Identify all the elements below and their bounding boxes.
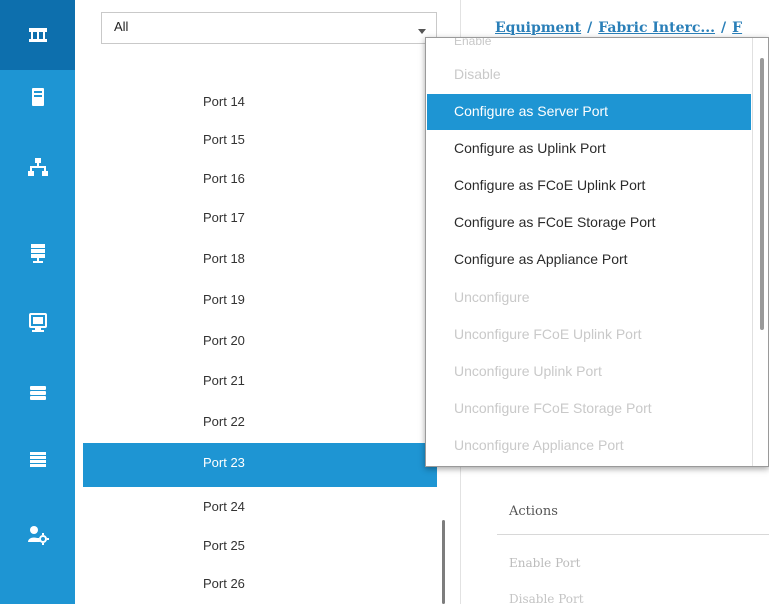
menu-item-label: Unconfigure bbox=[454, 289, 530, 305]
menu-item-label: Unconfigure Appliance Port bbox=[454, 437, 624, 453]
menu-item-label: Configure as Appliance Port bbox=[454, 251, 628, 267]
nav-san[interactable] bbox=[0, 218, 75, 288]
menu-item-unconfigure-fcoe-storage-port[interactable]: Unconfigure FCoE Storage Port bbox=[427, 391, 751, 427]
port-label: Port 17 bbox=[203, 210, 245, 225]
menu-scrollbar[interactable] bbox=[760, 58, 764, 330]
breadcrumb-separator: / bbox=[587, 20, 593, 36]
menu-item-label: Configure as FCoE Uplink Port bbox=[454, 177, 646, 193]
chevron-down-icon[interactable] bbox=[418, 29, 426, 34]
port-row[interactable]: Port 24 bbox=[83, 489, 437, 527]
navigation-rail bbox=[0, 0, 75, 604]
port-row[interactable]: Port 15 bbox=[83, 122, 437, 160]
port-row[interactable]: Port 26 bbox=[83, 566, 437, 604]
breadcrumb: Equipment / Fabric Interc... / F bbox=[495, 20, 742, 36]
port-row[interactable]: Port 21 bbox=[83, 363, 437, 401]
port-tree-panel: All Port 14 Port 15 Port 16 Port 17 Port… bbox=[75, 0, 461, 604]
port-row[interactable]: Port 22 bbox=[83, 404, 437, 442]
menu-item-unconfigure-uplink-port[interactable]: Unconfigure Uplink Port bbox=[427, 354, 751, 390]
port-label: Port 23 bbox=[203, 455, 245, 470]
disable-port-link[interactable]: Disable Port bbox=[509, 592, 584, 604]
port-label: Port 14 bbox=[203, 94, 245, 109]
port-row[interactable]: Port 20 bbox=[83, 323, 437, 361]
menu-item-label: Unconfigure FCoE Uplink Port bbox=[454, 326, 642, 342]
menu-item-label: Configure as Server Port bbox=[454, 103, 609, 119]
divider bbox=[497, 534, 769, 535]
context-menu: Enable Disable Configure as Server Port … bbox=[425, 37, 769, 467]
menu-item-configure-fcoe-uplink-port[interactable]: Configure as FCoE Uplink Port bbox=[427, 168, 751, 204]
menu-item-label: Configure as FCoE Storage Port bbox=[454, 214, 656, 230]
filter-value: All bbox=[114, 19, 129, 34]
nav-chassis[interactable] bbox=[0, 425, 75, 495]
menu-item-unconfigure[interactable]: Unconfigure bbox=[427, 280, 751, 316]
menu-item-label: Disable bbox=[454, 66, 501, 82]
storage-icon bbox=[29, 386, 46, 400]
port-label: Port 21 bbox=[203, 373, 245, 388]
menu-item-label: Unconfigure Uplink Port bbox=[454, 363, 602, 379]
lan-icon bbox=[27, 158, 48, 176]
port-row[interactable]: Port 14 bbox=[83, 84, 437, 122]
menu-item-label: Unconfigure FCoE Storage Port bbox=[454, 400, 652, 416]
nav-admin[interactable] bbox=[0, 500, 75, 570]
menu-item-unconfigure-appliance-port[interactable]: Unconfigure Appliance Port bbox=[427, 428, 751, 464]
breadcrumb-current[interactable]: F bbox=[732, 20, 742, 36]
breadcrumb-equipment[interactable]: Equipment bbox=[495, 20, 581, 36]
nav-equipment[interactable] bbox=[0, 0, 75, 70]
port-label: Port 24 bbox=[203, 499, 245, 514]
nav-servers[interactable] bbox=[0, 62, 75, 132]
tree-scrollbar[interactable] bbox=[442, 520, 445, 604]
admin-icon bbox=[27, 526, 49, 545]
port-label: Port 20 bbox=[203, 333, 245, 348]
nav-vm[interactable] bbox=[0, 288, 75, 358]
menu-item-unconfigure-fcoe-uplink-port[interactable]: Unconfigure FCoE Uplink Port bbox=[427, 317, 751, 353]
menu-item-configure-appliance-port[interactable]: Configure as Appliance Port bbox=[427, 242, 751, 278]
menu-item-label: Configure as Uplink Port bbox=[454, 140, 606, 156]
port-label: Port 22 bbox=[203, 414, 245, 429]
port-row-selected[interactable]: Port 23 bbox=[83, 443, 437, 487]
port-row[interactable]: Port 25 bbox=[83, 528, 437, 566]
menu-scroll-track bbox=[752, 38, 753, 466]
menu-item-enable[interactable]: Enable bbox=[454, 38, 491, 48]
equipment-icon bbox=[28, 28, 47, 42]
enable-port-link[interactable]: Enable Port bbox=[509, 556, 580, 570]
port-row[interactable]: Port 19 bbox=[83, 282, 437, 320]
nav-storage[interactable] bbox=[0, 358, 75, 428]
menu-item-disable[interactable]: Disable bbox=[427, 57, 751, 93]
breadcrumb-fabric-interconnect[interactable]: Fabric Interc... bbox=[598, 20, 715, 36]
vm-icon bbox=[28, 313, 47, 332]
menu-item-configure-fcoe-storage-port[interactable]: Configure as FCoE Storage Port bbox=[427, 205, 751, 241]
actions-heading: Actions bbox=[509, 504, 558, 519]
port-row[interactable]: Port 16 bbox=[83, 161, 437, 199]
port-row[interactable]: Port 18 bbox=[83, 241, 437, 279]
port-label: Port 18 bbox=[203, 251, 245, 266]
chassis-icon bbox=[29, 452, 46, 467]
servers-icon bbox=[31, 88, 44, 106]
port-row[interactable]: Port 17 bbox=[83, 200, 437, 238]
port-label: Port 25 bbox=[203, 538, 245, 553]
filter-dropdown[interactable]: All bbox=[101, 12, 437, 44]
nav-lan[interactable] bbox=[0, 132, 75, 202]
port-label: Port 16 bbox=[203, 171, 245, 186]
menu-item-configure-uplink-port[interactable]: Configure as Uplink Port bbox=[427, 131, 751, 167]
san-icon bbox=[30, 244, 45, 263]
port-label: Port 26 bbox=[203, 576, 245, 591]
menu-item-configure-server-port[interactable]: Configure as Server Port bbox=[427, 94, 751, 130]
breadcrumb-separator: / bbox=[721, 20, 727, 36]
port-label: Port 15 bbox=[203, 132, 245, 147]
port-label: Port 19 bbox=[203, 292, 245, 307]
